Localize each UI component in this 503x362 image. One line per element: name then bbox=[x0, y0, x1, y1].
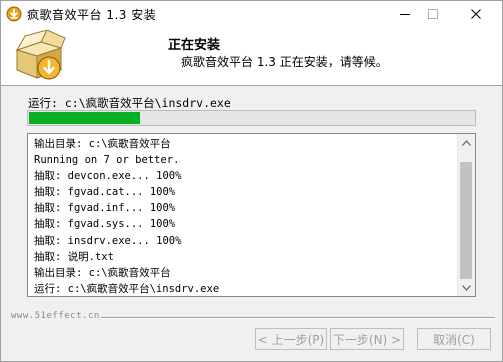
log-list: 输出目录: c:\疯歌音效平台 Running on 7 or better. 抽取… bbox=[34, 136, 454, 296]
chevron-down-icon[interactable] bbox=[458, 279, 475, 296]
close-icon[interactable] bbox=[460, 1, 492, 27]
log-line: 抽取: 说明.txt bbox=[34, 250, 114, 263]
details-log[interactable]: 输出目录: c:\疯歌音效平台 Running on 7 or better. 抽取… bbox=[27, 133, 476, 297]
log-line: 抽取: fgvad.inf... 100% bbox=[34, 202, 176, 215]
window-title: 疯歌音效平台 1.3 安装 bbox=[27, 8, 157, 22]
log-line: 抽取: insdrv.exe... 100% bbox=[34, 234, 182, 247]
footer-divider bbox=[101, 317, 495, 319]
log-line: 运行: c:\疯歌音效平台\insdrv.exe bbox=[34, 282, 220, 295]
title-bar[interactable]: 疯歌音效平台 1.3 安装 bbox=[1, 1, 502, 27]
log-line: 抽取: fgvad.cat... 100% bbox=[34, 186, 176, 199]
progress-bar bbox=[27, 110, 476, 126]
log-line: 输出目录: c:\疯歌音效平台 bbox=[34, 138, 171, 150]
maximize-icon[interactable] bbox=[417, 1, 449, 27]
scrollbar-thumb[interactable] bbox=[460, 162, 472, 279]
installer-app-icon bbox=[6, 6, 22, 22]
installer-box-icon bbox=[11, 29, 67, 82]
log-line: Running on 7 or better. bbox=[34, 154, 180, 167]
log-line: 抽取: devcon.exe... 100% bbox=[34, 170, 182, 183]
header-subtitle: 疯歌音效平台 1.3 正在安装，请等候。 bbox=[181, 55, 388, 69]
cancel-button[interactable]: 取消(C) bbox=[417, 328, 491, 350]
vertical-scrollbar[interactable] bbox=[457, 134, 475, 296]
installer-window: 疯歌音效平台 1.3 安装 正在安装 疯歌音效平台 1.3 正在安装，请等候。 … bbox=[0, 0, 503, 362]
chevron-up-icon[interactable] bbox=[458, 134, 475, 151]
installer-header: 正在安装 疯歌音效平台 1.3 正在安装，请等候。 bbox=[1, 27, 502, 86]
watermark-text: www.51effect.cn bbox=[11, 311, 100, 321]
log-line: 抽取: fgvad.sys... 100% bbox=[34, 218, 176, 231]
progress-fill bbox=[29, 112, 140, 124]
header-heading: 正在安装 bbox=[168, 38, 221, 53]
status-text: 运行: c:\疯歌音效平台\insdrv.exe bbox=[28, 96, 231, 110]
log-line: 输出目录: c:\疯歌音效平台 bbox=[34, 266, 171, 279]
back-button[interactable]: < 上一步(P) bbox=[255, 328, 327, 350]
next-button[interactable]: 下一步(N) > bbox=[330, 328, 404, 350]
